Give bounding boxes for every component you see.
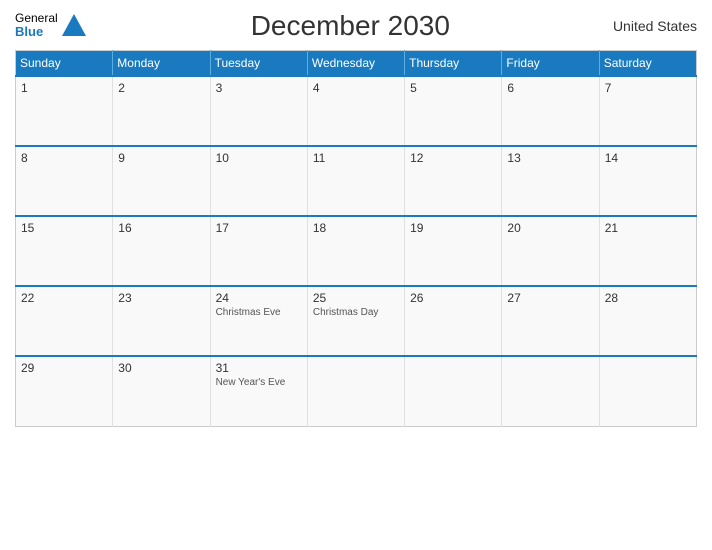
col-monday: Monday: [113, 51, 210, 77]
day-number: 6: [507, 81, 593, 95]
day-number: 14: [605, 151, 691, 165]
day-number: 16: [118, 221, 204, 235]
day-number: 2: [118, 81, 204, 95]
calendar-page: General Blue December 2030 United States…: [0, 0, 712, 550]
day-number: 28: [605, 291, 691, 305]
calendar-table: Sunday Monday Tuesday Wednesday Thursday…: [15, 50, 697, 427]
day-number: 25: [313, 291, 399, 305]
day-number: 5: [410, 81, 496, 95]
calendar-cell: 23: [113, 286, 210, 356]
calendar-cell: 10: [210, 146, 307, 216]
calendar-cell: [405, 356, 502, 426]
day-number: 8: [21, 151, 107, 165]
day-number: 3: [216, 81, 302, 95]
logo-icon: [60, 12, 88, 40]
day-number: 27: [507, 291, 593, 305]
calendar-cell: 22: [16, 286, 113, 356]
day-number: 11: [313, 151, 399, 165]
calendar-cell: 4: [307, 76, 404, 146]
day-number: 23: [118, 291, 204, 305]
calendar-cell: 18: [307, 216, 404, 286]
day-number: 17: [216, 221, 302, 235]
holiday-label: Christmas Eve: [216, 307, 302, 318]
calendar-cell: [307, 356, 404, 426]
day-number: 18: [313, 221, 399, 235]
calendar-cell: 29: [16, 356, 113, 426]
day-number: 15: [21, 221, 107, 235]
day-number: 13: [507, 151, 593, 165]
day-number: 21: [605, 221, 691, 235]
calendar-cell: 13: [502, 146, 599, 216]
header: General Blue December 2030 United States: [15, 10, 697, 42]
calendar-cell: [502, 356, 599, 426]
calendar-cell: 30: [113, 356, 210, 426]
calendar-cell: 21: [599, 216, 696, 286]
calendar-cell: 9: [113, 146, 210, 216]
calendar-week-3: 15 16 17 18 19 20 21: [16, 216, 697, 286]
calendar-cell: 2: [113, 76, 210, 146]
calendar-cell: 14: [599, 146, 696, 216]
day-number: 1: [21, 81, 107, 95]
logo-general-text: General: [15, 11, 58, 25]
calendar-week-1: 1234567: [16, 76, 697, 146]
logo-blue-text: Blue: [15, 24, 43, 39]
calendar-cell: 6: [502, 76, 599, 146]
calendar-cell: 8: [16, 146, 113, 216]
calendar-cell: 31 New Year's Eve: [210, 356, 307, 426]
day-number: 4: [313, 81, 399, 95]
calendar-cell: 15: [16, 216, 113, 286]
day-number: 29: [21, 361, 107, 375]
calendar-cell: 25 Christmas Day: [307, 286, 404, 356]
calendar-cell: 20: [502, 216, 599, 286]
day-number: 31: [216, 361, 302, 375]
calendar-cell: 16: [113, 216, 210, 286]
col-tuesday: Tuesday: [210, 51, 307, 77]
day-number: 19: [410, 221, 496, 235]
calendar-week-5: 29 30 31 New Year's Eve: [16, 356, 697, 426]
calendar-cell: 12: [405, 146, 502, 216]
col-friday: Friday: [502, 51, 599, 77]
calendar-cell: 28: [599, 286, 696, 356]
country-label: United States: [613, 18, 697, 34]
calendar-header-row: Sunday Monday Tuesday Wednesday Thursday…: [16, 51, 697, 77]
calendar-cell: 11: [307, 146, 404, 216]
day-number: 26: [410, 291, 496, 305]
day-number: 7: [605, 81, 691, 95]
day-number: 9: [118, 151, 204, 165]
calendar-cell: 5: [405, 76, 502, 146]
col-wednesday: Wednesday: [307, 51, 404, 77]
calendar-cell: 7: [599, 76, 696, 146]
calendar-cell: 24 Christmas Eve: [210, 286, 307, 356]
calendar-cell: [599, 356, 696, 426]
col-thursday: Thursday: [405, 51, 502, 77]
calendar-cell: 17: [210, 216, 307, 286]
holiday-label: New Year's Eve: [216, 377, 302, 388]
calendar-title: December 2030: [88, 10, 613, 42]
calendar-cell: 19: [405, 216, 502, 286]
calendar-cell: 26: [405, 286, 502, 356]
calendar-week-2: 89 10 11 12 13 14: [16, 146, 697, 216]
calendar-week-4: 22 23 24 Christmas Eve 25 Christmas Day 26 27 28: [16, 286, 697, 356]
logo: General Blue: [15, 12, 88, 40]
day-number: 12: [410, 151, 496, 165]
day-number: 10: [216, 151, 302, 165]
day-number: 24: [216, 291, 302, 305]
col-saturday: Saturday: [599, 51, 696, 77]
day-number: 30: [118, 361, 204, 375]
day-number: 20: [507, 221, 593, 235]
calendar-cell: 1: [16, 76, 113, 146]
calendar-cell: 3: [210, 76, 307, 146]
holiday-label: Christmas Day: [313, 307, 399, 318]
col-sunday: Sunday: [16, 51, 113, 77]
logo-general: General Blue: [15, 12, 58, 39]
calendar-cell: 27: [502, 286, 599, 356]
day-number: 22: [21, 291, 107, 305]
